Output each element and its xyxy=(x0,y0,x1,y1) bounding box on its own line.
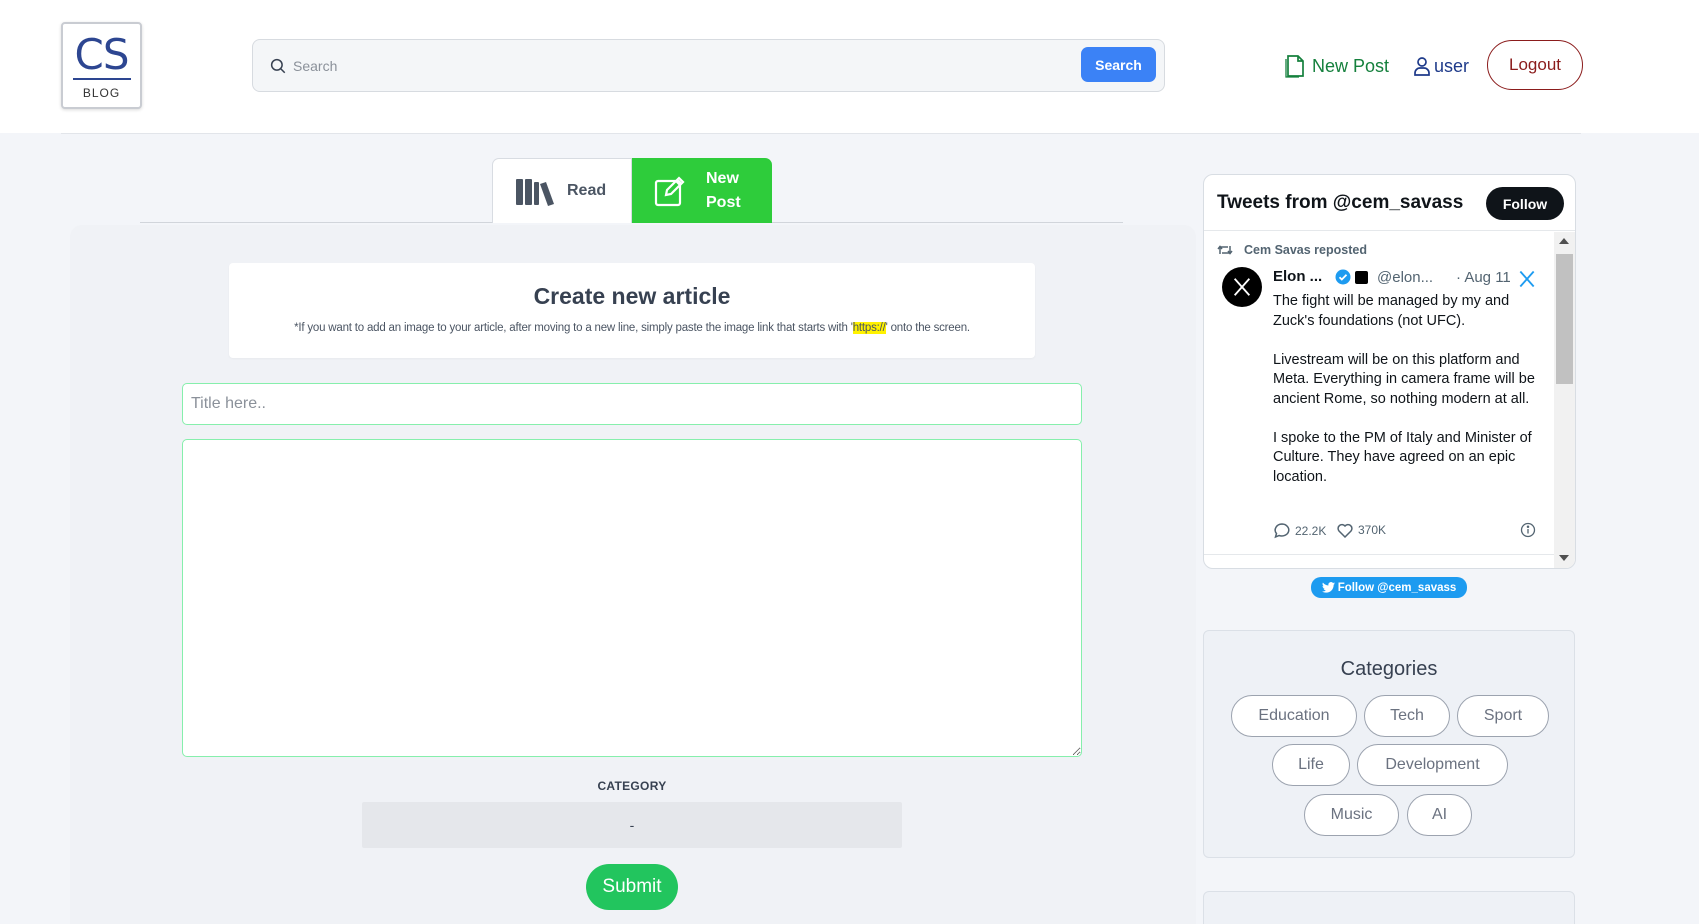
article-body-textarea[interactable] xyxy=(182,439,1082,757)
nav-new-post-link[interactable]: New Post xyxy=(1284,52,1389,80)
user-icon xyxy=(1414,57,1430,76)
reply-action[interactable]: 22.2K xyxy=(1273,522,1326,540)
info-icon[interactable] xyxy=(1520,522,1536,538)
document-icon xyxy=(1285,55,1304,78)
verified-badge-icon xyxy=(1335,269,1351,285)
author-avatar[interactable] xyxy=(1222,267,1262,307)
follow-twitter-button[interactable]: Follow @cem_savass xyxy=(1311,577,1467,598)
tweet-paragraph: I spoke to the PM of Italy and Minister … xyxy=(1273,429,1532,485)
books-icon xyxy=(516,179,554,206)
create-article-card: Create new article *If you want to add a… xyxy=(229,263,1035,358)
image-hint-text: *If you want to add an image to your art… xyxy=(229,322,1035,334)
twitter-timeline-widget: Tweets from @cem_savass Follow Cem Savas… xyxy=(1203,174,1576,569)
nav-user-link[interactable]: user xyxy=(1413,52,1469,80)
logo-mark: CS xyxy=(74,30,130,79)
search-button[interactable]: Search xyxy=(1081,47,1156,82)
repost-indicator: Cem Savas reposted xyxy=(1217,243,1367,257)
author-name[interactable]: Elon ... xyxy=(1273,268,1322,285)
nav-new-post-label: New Post xyxy=(1312,55,1390,76)
sidebar-panel-secondary xyxy=(1203,891,1575,924)
heart-icon xyxy=(1337,523,1353,538)
submit-button[interactable]: Submit xyxy=(586,864,678,910)
nav-user-label: user xyxy=(1434,55,1470,76)
category-pill-development[interactable]: Development xyxy=(1357,744,1508,786)
create-article-title: Create new article xyxy=(533,283,731,309)
twitter-bird-icon xyxy=(1321,582,1335,593)
categories-panel: Categories Education Tech Sport Life Dev… xyxy=(1203,630,1575,858)
category-pill-tech[interactable]: Tech xyxy=(1364,695,1450,737)
like-action[interactable]: 370K xyxy=(1336,522,1386,538)
tweet-body: The fight will be managed by my and Zuck… xyxy=(1273,292,1543,507)
reply-count: 22.2K xyxy=(1295,524,1327,538)
logout-button[interactable]: Logout xyxy=(1487,40,1583,90)
top-header: CS BLOG Search New Post user Logout xyxy=(0,0,1699,133)
category-pill-sport[interactable]: Sport xyxy=(1457,695,1549,737)
scroll-down-arrow-icon[interactable] xyxy=(1559,555,1569,561)
tab-new-post-label: New Post xyxy=(706,169,741,211)
twitter-widget-header: Tweets from @cem_savass Follow xyxy=(1204,175,1575,231)
category-select[interactable]: - xyxy=(362,802,902,848)
categories-title: Categories xyxy=(1340,658,1438,680)
edit-icon xyxy=(654,175,685,206)
category-label: CATEGORY xyxy=(597,779,667,793)
category-pill-life[interactable]: Life xyxy=(1272,744,1350,786)
header-divider xyxy=(61,133,1581,134)
tweet-date[interactable]: · Aug 11 xyxy=(1456,269,1511,286)
logo-subtitle: BLOG xyxy=(82,86,121,100)
search-input[interactable] xyxy=(293,52,1093,80)
affiliate-badge-icon xyxy=(1355,271,1368,284)
tweet-paragraph: Livestream will be on this platform and … xyxy=(1273,351,1535,407)
tweet-divider xyxy=(1204,554,1554,555)
category-pill-education[interactable]: Education xyxy=(1231,695,1357,737)
like-count: 370K xyxy=(1358,523,1387,537)
image-hint-prefix: *If you want to add an image to your art… xyxy=(294,322,853,334)
category-pill-ai[interactable]: AI xyxy=(1407,794,1472,836)
search-icon xyxy=(270,58,286,74)
image-hint-highlight: https:// xyxy=(852,322,886,334)
tweets-scrollbar-thumb[interactable] xyxy=(1556,254,1573,384)
repost-icon xyxy=(1217,245,1233,255)
x-brand-icon[interactable] xyxy=(1517,269,1537,289)
image-hint-suffix: ' onto the screen. xyxy=(885,322,970,334)
reply-icon xyxy=(1274,523,1290,539)
search-bar: Search xyxy=(252,39,1165,92)
author-handle[interactable]: @elon... xyxy=(1377,269,1433,286)
repost-text: Cem Savas reposted xyxy=(1244,243,1367,257)
tab-read-label: Read xyxy=(567,182,607,199)
tab-read[interactable]: Read xyxy=(492,158,632,223)
twitter-widget-title: Tweets from @cem_savass xyxy=(1217,192,1464,213)
tab-new-post[interactable]: New Post xyxy=(632,158,772,223)
x-logo-icon xyxy=(1233,278,1251,296)
article-title-input[interactable] xyxy=(182,383,1082,425)
tweet-paragraph: The fight will be managed by my and Zuck… xyxy=(1273,293,1510,329)
follow-twitter-label: Follow @cem_savass xyxy=(1337,581,1457,594)
category-pill-music[interactable]: Music xyxy=(1304,794,1399,836)
twitter-follow-button[interactable]: Follow xyxy=(1486,187,1564,220)
scroll-up-arrow-icon[interactable] xyxy=(1559,238,1569,244)
site-logo[interactable]: CS BLOG xyxy=(61,22,142,109)
